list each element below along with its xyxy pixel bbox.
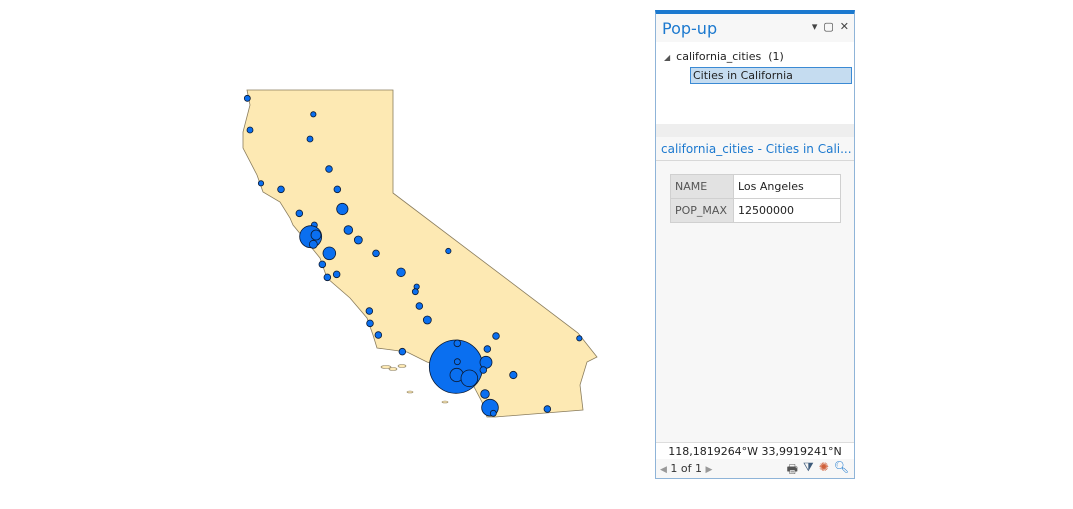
- city-point[interactable]: [398, 347, 407, 356]
- city-point[interactable]: [332, 270, 341, 279]
- city-point[interactable]: [479, 366, 488, 374]
- city-point[interactable]: [480, 389, 490, 399]
- city-point[interactable]: [460, 369, 479, 388]
- table-row: NAME Los Angeles: [670, 174, 841, 199]
- divider: [656, 160, 854, 161]
- city-point[interactable]: [366, 319, 374, 328]
- city-point[interactable]: [396, 267, 406, 278]
- city-point[interactable]: [453, 358, 461, 366]
- pane-title: Pop-up: [662, 19, 718, 38]
- zoom-to-icon[interactable]: 🔍︎: [834, 460, 849, 481]
- city-point[interactable]: [415, 302, 424, 310]
- city-point[interactable]: [336, 202, 349, 216]
- city-point[interactable]: [322, 246, 337, 261]
- next-icon[interactable]: ▶: [706, 465, 713, 475]
- map-view[interactable]: [0, 0, 650, 509]
- city-point[interactable]: [374, 331, 383, 339]
- city-point[interactable]: [325, 165, 333, 173]
- pane-menu-icon[interactable]: ▾: [812, 20, 818, 33]
- city-point[interactable]: [543, 405, 552, 413]
- city-point[interactable]: [257, 180, 265, 187]
- popup-pane: Pop-up ▾ ▢ ✕ ◢ california_cities (1) Citi…: [655, 10, 855, 479]
- city-point[interactable]: [353, 235, 363, 245]
- print-icon[interactable]: 🖶: [787, 460, 798, 481]
- city-point[interactable]: [246, 126, 254, 134]
- city-point[interactable]: [453, 339, 462, 348]
- city-point[interactable]: [509, 370, 518, 380]
- city-point[interactable]: [310, 111, 317, 118]
- city-point[interactable]: [576, 335, 583, 342]
- maximize-icon[interactable]: ▢: [823, 20, 833, 33]
- layer-node[interactable]: ◢ california_cities (1): [664, 50, 784, 63]
- city-point[interactable]: [243, 94, 251, 102]
- city-point[interactable]: [277, 185, 285, 194]
- filter-icon[interactable]: ⧩: [803, 460, 814, 481]
- city-point[interactable]: [492, 332, 500, 340]
- city-point[interactable]: [343, 225, 354, 235]
- city-point[interactable]: [372, 249, 380, 258]
- city-point[interactable]: [411, 288, 419, 296]
- collapse-triangle-icon[interactable]: ◢: [664, 53, 670, 62]
- california-state-polygon: [242, 89, 598, 418]
- city-point[interactable]: [489, 409, 497, 417]
- feature-node-selected[interactable]: Cities in California: [690, 67, 852, 84]
- feature-tree: ◢ california_cities (1) Cities in Califor…: [656, 42, 854, 124]
- attribute-table: NAME Los Angeles POP_MAX 12500000: [670, 174, 841, 223]
- page-indicator: 1 of 1: [670, 462, 703, 475]
- splitter[interactable]: [656, 124, 854, 137]
- city-point[interactable]: [308, 239, 318, 249]
- city-point[interactable]: [428, 339, 484, 394]
- city-point[interactable]: [365, 307, 374, 315]
- city-point[interactable]: [479, 355, 493, 369]
- flash-icon[interactable]: ✺: [819, 460, 829, 481]
- city-point[interactable]: [306, 135, 314, 143]
- city-point[interactable]: [295, 209, 304, 218]
- city-point[interactable]: [323, 273, 332, 282]
- coordinate-readout: 118,1819264°W 33,9919241°N: [656, 442, 854, 459]
- city-point[interactable]: [318, 260, 327, 269]
- feature-title: california_cities - Cities in Cali...: [661, 142, 852, 156]
- city-point[interactable]: [483, 345, 492, 353]
- previous-icon[interactable]: ◀: [660, 465, 667, 475]
- close-icon[interactable]: ✕: [840, 20, 849, 33]
- city-point[interactable]: [310, 229, 322, 241]
- city-point[interactable]: [333, 185, 342, 194]
- city-point[interactable]: [422, 315, 432, 325]
- city-point[interactable]: [445, 247, 452, 255]
- table-row: POP_MAX 12500000: [670, 198, 841, 223]
